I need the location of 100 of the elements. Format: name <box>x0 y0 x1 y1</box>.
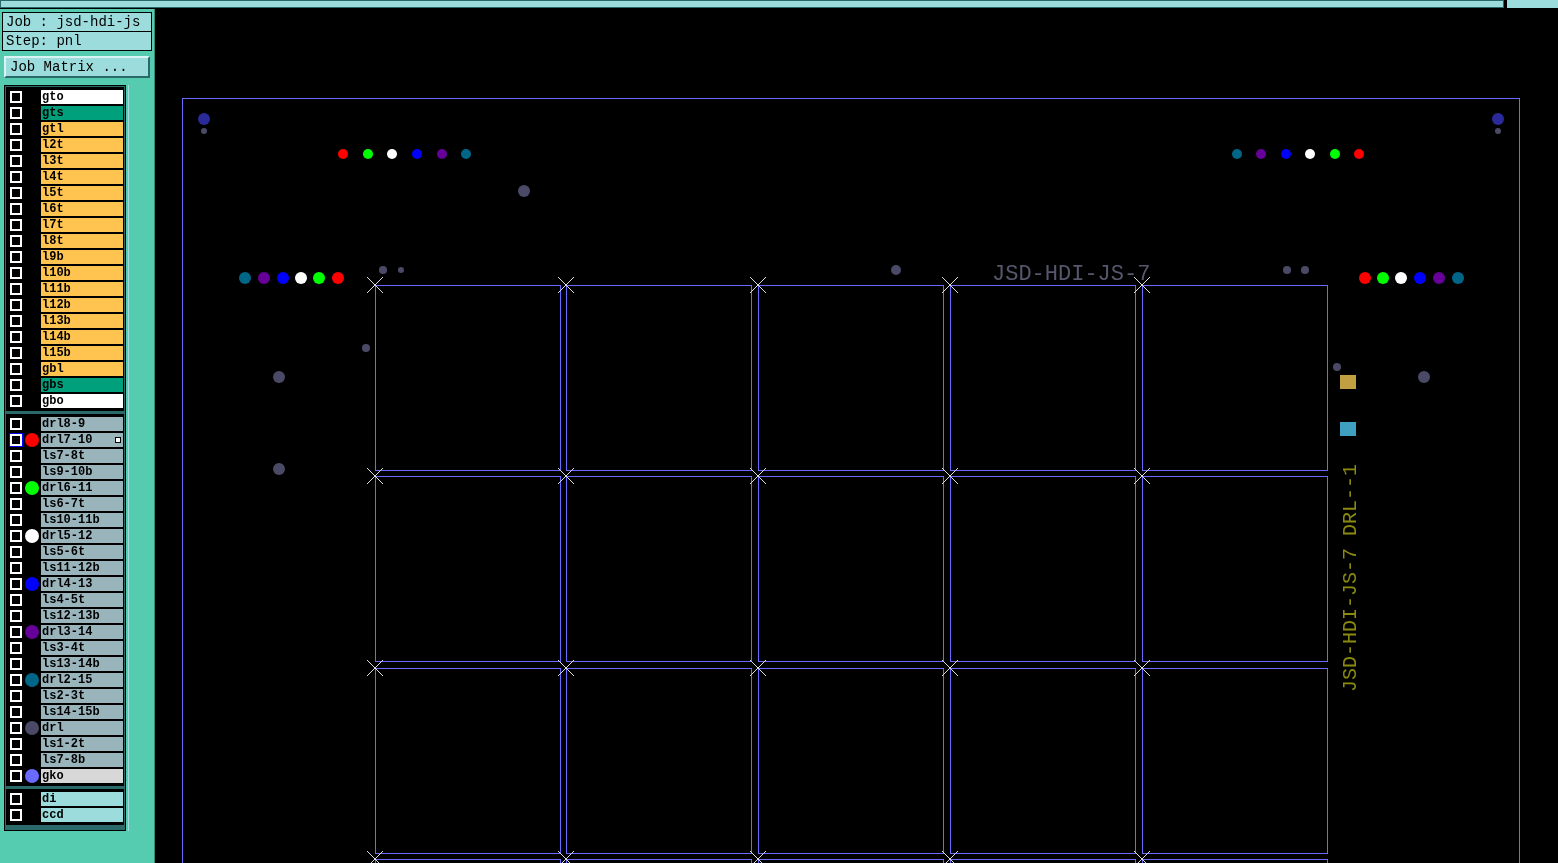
tooling-hole <box>362 344 370 352</box>
checkbox[interactable] <box>9 394 23 408</box>
checkbox[interactable] <box>9 362 23 376</box>
checkbox[interactable] <box>9 330 23 344</box>
layer-name[interactable]: ls4-5t <box>41 593 123 607</box>
layer-name[interactable]: ls9-10b <box>41 465 123 479</box>
layer-name[interactable]: gbo <box>41 394 123 408</box>
layer-name[interactable]: ls11-12b <box>41 561 123 575</box>
layer-name[interactable]: ls3-4t <box>41 641 123 655</box>
checkbox[interactable] <box>9 481 23 495</box>
pad <box>258 272 270 284</box>
checkbox[interactable] <box>9 737 23 751</box>
checkbox[interactable] <box>9 689 23 703</box>
checkbox[interactable] <box>9 497 23 511</box>
layer-name[interactable]: ls2-3t <box>41 689 123 703</box>
pad <box>1414 272 1426 284</box>
checkbox[interactable] <box>9 250 23 264</box>
layer-name[interactable]: gtl <box>41 122 123 136</box>
layer-name[interactable]: l11b <box>41 282 123 296</box>
layer-name[interactable]: l8t <box>41 234 123 248</box>
checkbox[interactable] <box>9 792 23 806</box>
color-code-mark <box>1340 422 1356 436</box>
checkbox[interactable] <box>9 170 23 184</box>
layer-name[interactable]: ccd <box>41 808 123 822</box>
checkbox[interactable] <box>9 433 23 447</box>
checkbox[interactable] <box>9 186 23 200</box>
checkbox[interactable] <box>9 417 23 431</box>
checkbox[interactable] <box>9 378 23 392</box>
layer-name[interactable]: l14b <box>41 330 123 344</box>
pad <box>1281 149 1291 159</box>
layer-name[interactable]: di <box>41 792 123 806</box>
layer-name[interactable]: drl2-15 <box>41 673 123 687</box>
layer-name[interactable]: gbs <box>41 378 123 392</box>
checkbox[interactable] <box>9 721 23 735</box>
layer-name[interactable]: gto <box>41 90 123 104</box>
checkbox[interactable] <box>9 465 23 479</box>
checkbox[interactable] <box>9 266 23 280</box>
side-label: JSD-HDI-JS-7 DRL--1 <box>1339 463 1362 692</box>
checkbox[interactable] <box>9 705 23 719</box>
layer-name[interactable]: l9b <box>41 250 123 264</box>
layer-name[interactable]: l5t <box>41 186 123 200</box>
checkbox[interactable] <box>9 234 23 248</box>
checkbox[interactable] <box>9 346 23 360</box>
layer-name[interactable]: gbl <box>41 362 123 376</box>
checkbox[interactable] <box>9 202 23 216</box>
layer-name[interactable]: ls5-6t <box>41 545 123 559</box>
layer-name[interactable]: drl3-14 <box>41 625 123 639</box>
layer-name[interactable]: gts <box>41 106 123 120</box>
layer-name[interactable]: drl7-10 <box>41 433 123 447</box>
checkbox[interactable] <box>9 561 23 575</box>
checkbox[interactable] <box>9 314 23 328</box>
layer-name[interactable]: drl <box>41 721 123 735</box>
checkbox[interactable] <box>9 529 23 543</box>
checkbox[interactable] <box>9 593 23 607</box>
checkbox[interactable] <box>9 769 23 783</box>
job-matrix-button[interactable]: Job Matrix ... <box>4 56 150 78</box>
checkbox[interactable] <box>9 106 23 120</box>
layer-name[interactable]: ls7-8t <box>41 449 123 463</box>
checkbox[interactable] <box>9 138 23 152</box>
checkbox[interactable] <box>9 808 23 822</box>
layer-name[interactable]: ls6-7t <box>41 497 123 511</box>
layer-name[interactable]: l6t <box>41 202 123 216</box>
checkbox[interactable] <box>9 122 23 136</box>
checkbox[interactable] <box>9 154 23 168</box>
pad <box>1452 272 1464 284</box>
checkbox[interactable] <box>9 298 23 312</box>
checkbox[interactable] <box>9 218 23 232</box>
checkbox[interactable] <box>9 753 23 767</box>
pad <box>1377 272 1389 284</box>
checkbox[interactable] <box>9 513 23 527</box>
layer-name[interactable]: l3t <box>41 154 123 168</box>
layer-name[interactable]: ls13-14b <box>41 657 123 671</box>
layer-name[interactable]: l12b <box>41 298 123 312</box>
checkbox[interactable] <box>9 673 23 687</box>
layer-name[interactable]: ls12-13b <box>41 609 123 623</box>
checkbox[interactable] <box>9 545 23 559</box>
pad <box>1354 149 1364 159</box>
layer-name[interactable]: ls1-2t <box>41 737 123 751</box>
layer-name[interactable]: ls10-11b <box>41 513 123 527</box>
layer-name[interactable]: l13b <box>41 314 123 328</box>
layer-name[interactable]: gko <box>41 769 123 783</box>
checkbox[interactable] <box>9 625 23 639</box>
checkbox[interactable] <box>9 449 23 463</box>
checkbox[interactable] <box>9 641 23 655</box>
layer-name[interactable]: drl5-12 <box>41 529 123 543</box>
layer-name[interactable]: drl6-11 <box>41 481 123 495</box>
layer-name[interactable]: l4t <box>41 170 123 184</box>
layer-name[interactable]: l15b <box>41 346 123 360</box>
checkbox[interactable] <box>9 282 23 296</box>
layer-name[interactable]: ls14-15b <box>41 705 123 719</box>
layer-name[interactable]: drl8-9 <box>41 417 123 431</box>
layer-name[interactable]: l2t <box>41 138 123 152</box>
layer-name[interactable]: ls7-8b <box>41 753 123 767</box>
checkbox[interactable] <box>9 609 23 623</box>
layer-name[interactable]: drl4-13 <box>41 577 123 591</box>
layer-name[interactable]: l7t <box>41 218 123 232</box>
checkbox[interactable] <box>9 657 23 671</box>
checkbox[interactable] <box>9 90 23 104</box>
checkbox[interactable] <box>9 577 23 591</box>
layer-name[interactable]: l10b <box>41 266 123 280</box>
